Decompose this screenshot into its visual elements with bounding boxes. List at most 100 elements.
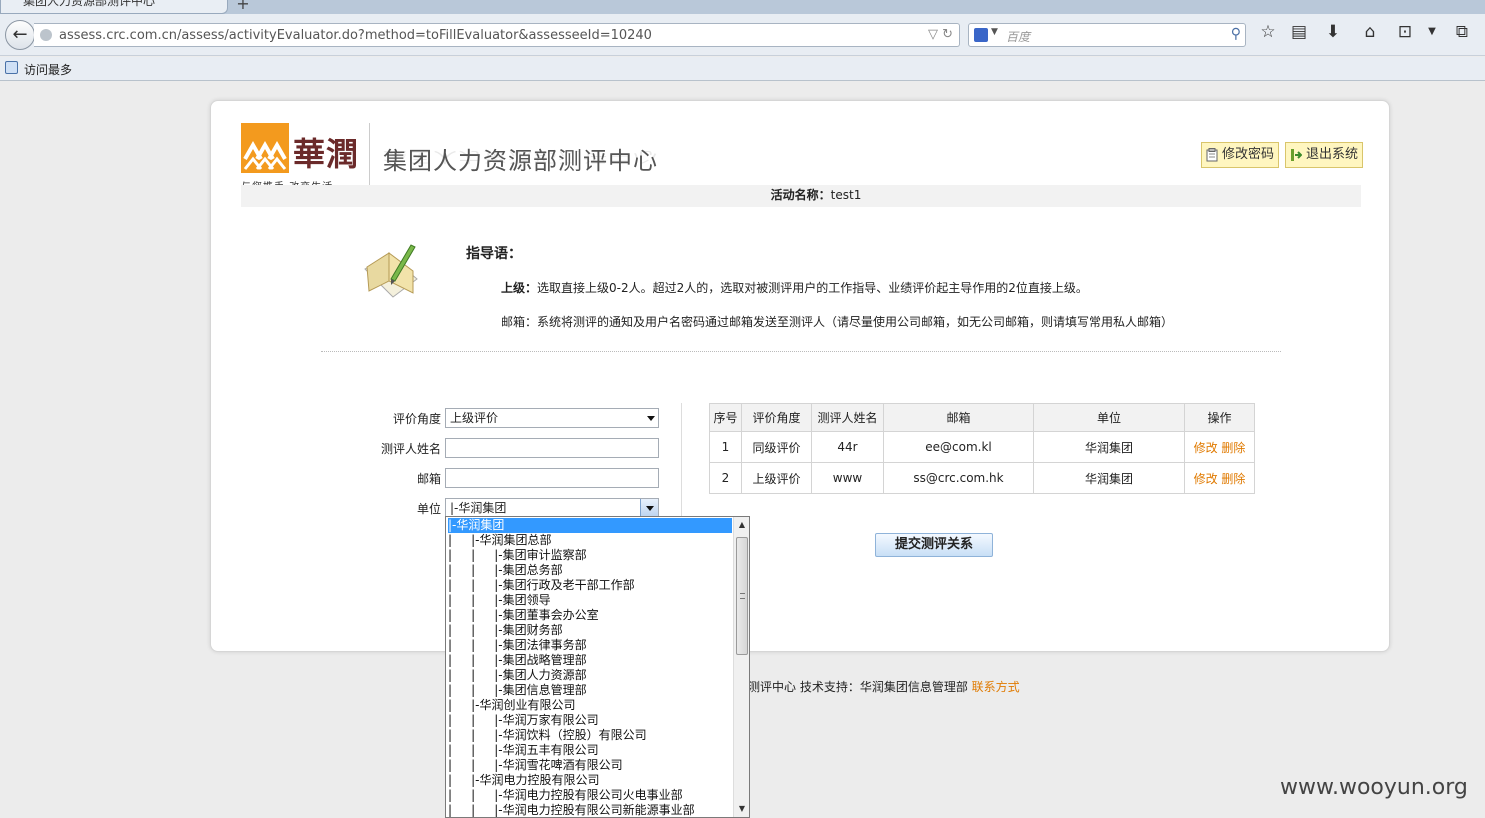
chevron-down-icon[interactable]: ▼ (1420, 20, 1444, 44)
dropdown-option[interactable]: | | |-集团董事会办公室 (448, 608, 732, 623)
search-placeholder: 百度 (1006, 30, 1031, 44)
bookmark-folder-icon (5, 61, 18, 74)
watermark: www.wooyun.org (1280, 775, 1468, 800)
unit-dropdown-list: |-华润集团 | |-华润集团总部 | | |-集团审计监察部 | | |-集团总务部… (445, 516, 750, 818)
change-password-button[interactable]: 修改密码 (1201, 142, 1280, 168)
delete-link[interactable]: 删除 (1221, 441, 1245, 455)
dropdown-option[interactable]: | | |-华润电力控股有限公司火电事业部 (448, 788, 732, 803)
superior-label: 上级： (501, 281, 538, 295)
cell-name: 44r (811, 431, 884, 463)
col-header-angle: 评价角度 (741, 403, 812, 432)
name-label: 测评人姓名 (380, 442, 441, 456)
column-separator (681, 403, 682, 533)
angle-select[interactable]: 上级评价 (445, 408, 659, 428)
activity-label: 活动名称： (770, 188, 831, 202)
scroll-down-icon[interactable]: ▼ (734, 801, 749, 817)
dropdown-option[interactable]: |-华润集团 (448, 518, 732, 533)
bookmark-most-visited[interactable]: 访问最多 (24, 61, 72, 78)
dropdown-option[interactable]: | | |-华润万家有限公司 (448, 713, 732, 728)
search-icon[interactable]: ⚲ (1231, 26, 1241, 42)
dropdown-option[interactable]: | |-华润集团总部 (448, 533, 732, 548)
dropdown-option[interactable]: | |-华润创业有限公司 (448, 698, 732, 713)
cell-unit: 华润集团 (1033, 462, 1185, 494)
url-text[interactable]: assess.crc.com.cn/assess/activityEvaluat… (59, 28, 652, 43)
address-bar[interactable]: assess.crc.com.cn/assess/activityEvaluat… (34, 23, 960, 47)
scroll-up-icon[interactable]: ▲ (734, 517, 749, 533)
dropdown-option[interactable]: | | |-华润雪花啤酒有限公司 (448, 758, 732, 773)
cell-email: ss@crc.com.hk (883, 462, 1034, 494)
dropdown-option[interactable]: | | |-华润饮料（控股）有限公司 (448, 728, 732, 743)
dropdown-option[interactable]: | | |-集团法律事务部 (448, 638, 732, 653)
search-input[interactable]: ▼ 百度 ⚲ (968, 23, 1246, 47)
col-header-name: 测评人姓名 (811, 403, 884, 432)
cell-no: 1 (709, 431, 742, 463)
logout-label: 退出系统 (1306, 147, 1359, 162)
logo-divider (369, 123, 370, 189)
col-header-no: 序号 (709, 403, 742, 432)
globe-icon (40, 29, 52, 41)
dropdown-option[interactable]: | | |-集团行政及老干部工作部 (448, 578, 732, 593)
edit-link[interactable]: 修改 (1194, 472, 1218, 486)
dropdown-option[interactable]: | | |-华润五丰有限公司 (448, 743, 732, 758)
browser-tab[interactable]: 集团人力资源部测评中心 (0, 0, 228, 14)
back-arrow-icon[interactable]: ← (5, 20, 35, 50)
contact-link[interactable]: 联系方式 (972, 680, 1020, 694)
unit-select[interactable]: |-华润集团 (445, 498, 659, 518)
change-password-label: 修改密码 (1222, 147, 1275, 162)
dropdown-option[interactable]: | | |-集团审计监察部 (448, 548, 732, 563)
cell-angle: 同级评价 (741, 431, 812, 463)
dropdown-option[interactable]: | | |-集团战略管理部 (448, 653, 732, 668)
logo-text: 華潤 (293, 135, 360, 173)
activity-bar: 活动名称：test1 (241, 185, 1361, 207)
unit-label: 单位 (416, 502, 441, 516)
delete-link[interactable]: 删除 (1221, 472, 1245, 486)
dropdown-option[interactable]: | | |-集团人力资源部 (448, 668, 732, 683)
superior-text: 选取直接上级0-2人。超过2人的，选取对被测评用户的工作指导、业绩评价起主导作用… (537, 281, 1088, 295)
cell-actions: 修改 删除 (1184, 462, 1255, 494)
dropdown-option[interactable]: | | |-华润电力控股有限公司新能源事业部 (448, 803, 732, 817)
cell-angle: 上级评价 (741, 462, 812, 494)
dropdown-scrollbar[interactable]: ▲ ▼ (733, 517, 749, 817)
new-tab-icon[interactable]: + (232, 0, 254, 12)
email-input[interactable] (445, 468, 659, 488)
edit-link[interactable]: 修改 (1194, 441, 1218, 455)
cell-email: ee@com.kl (883, 431, 1034, 463)
chevron-down-icon (647, 416, 655, 421)
notebook-pen-icon (359, 241, 421, 301)
evaluator-table: 序号 评价角度 测评人姓名 邮箱 单位 操作 1 同级评价 44r ee@com… (709, 403, 1255, 494)
guide-title: 指导语： (466, 246, 522, 262)
evaluator-name-input[interactable] (445, 438, 659, 458)
chevron-down-icon[interactable]: ▼ (991, 27, 998, 37)
submit-button[interactable]: 提交测评关系 (875, 533, 993, 557)
dropdown-option[interactable]: | | |-集团总务部 (448, 563, 732, 578)
download-icon[interactable]: ⬇ (1321, 20, 1345, 44)
col-header-unit: 单位 (1033, 403, 1185, 432)
scroll-thumb[interactable] (736, 537, 748, 655)
table-row: 1 同级评价 44r ee@com.kl 华润集团 修改 删除 (709, 431, 1255, 463)
grip-icon (740, 593, 745, 599)
crop-icon[interactable]: ⊡ (1393, 20, 1417, 44)
activity-name: test1 (830, 188, 862, 202)
chevron-down-icon (646, 506, 654, 511)
star-icon[interactable]: ☆ (1256, 20, 1280, 44)
dropdown-option[interactable]: | | |-集团财务部 (448, 623, 732, 638)
main-panel: 華潤 与您携手 改变生活 集团人力资源部测评中心 集团人力资源部测评中心 修改密… (210, 100, 1390, 652)
crc-logo-icon (241, 123, 289, 173)
footer: 测评中心 技术支持：华润集团信息管理部 联系方式 (748, 678, 1020, 695)
reload-icon[interactable]: ▽ ↻ (928, 27, 953, 42)
share-icon[interactable]: ⧉ (1450, 20, 1474, 44)
dropdown-option[interactable]: | | |-集团领导 (448, 593, 732, 608)
dropdown-option[interactable]: | |-华润电力控股有限公司 (448, 773, 732, 788)
unit-dropdown-button[interactable] (640, 499, 658, 517)
bookmark-list-icon[interactable]: ▤ (1287, 20, 1311, 44)
cell-no: 2 (709, 462, 742, 494)
baidu-icon (974, 28, 988, 42)
unit-value: |-华润集团 (450, 501, 507, 515)
dropdown-option[interactable]: | | |-集团信息管理部 (448, 683, 732, 698)
bookmarks-bar: 访问最多 (0, 57, 1485, 81)
cell-name: www (811, 462, 884, 494)
home-icon[interactable]: ⌂ (1358, 20, 1382, 44)
clipboard-icon (1206, 148, 1218, 162)
angle-label: 评价角度 (392, 412, 441, 426)
logout-button[interactable]: 退出系统 (1285, 142, 1364, 168)
